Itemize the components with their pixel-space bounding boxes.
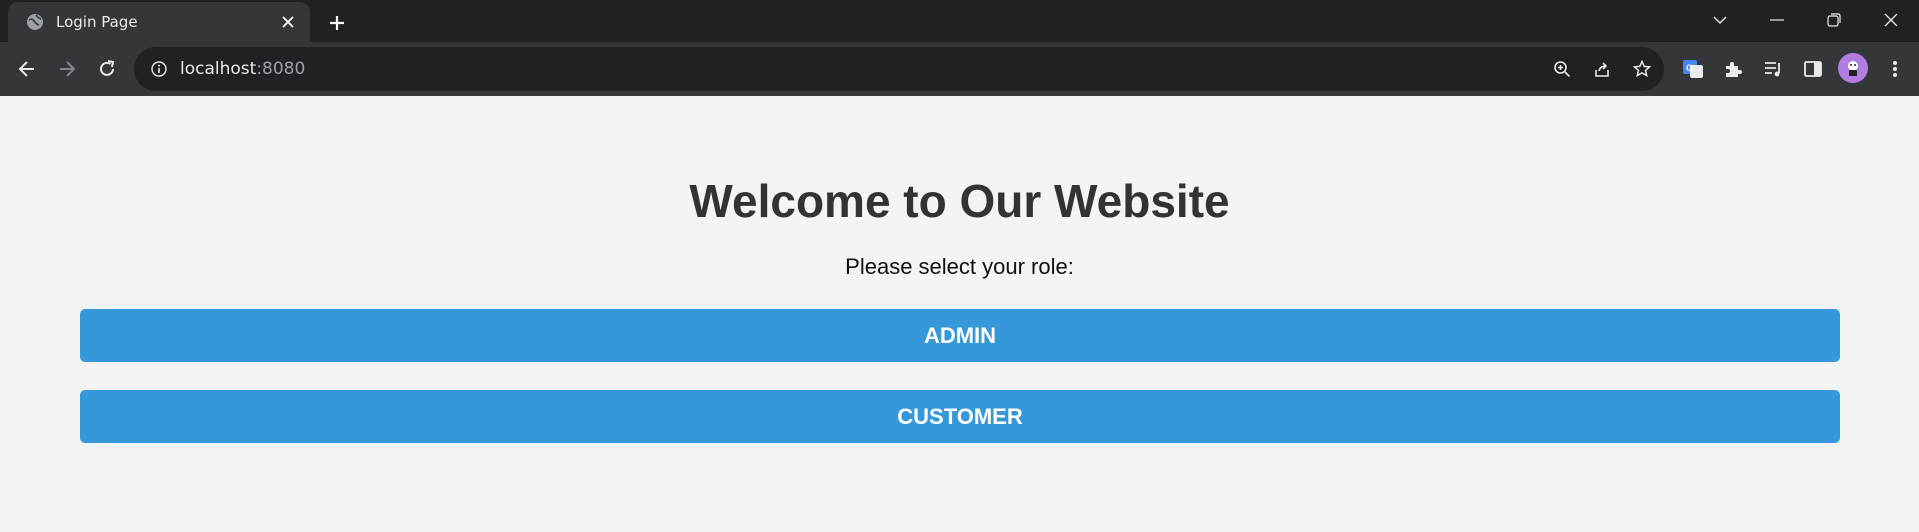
translate-icon[interactable]: G [1678, 54, 1708, 84]
globe-icon [26, 13, 44, 31]
admin-button[interactable]: ADMIN [80, 309, 1840, 362]
chevron-down-icon[interactable] [1692, 0, 1748, 40]
close-icon[interactable] [276, 10, 300, 34]
forward-icon[interactable] [52, 54, 82, 84]
kebab-menu-icon[interactable] [1880, 54, 1910, 84]
minimize-icon[interactable] [1749, 0, 1805, 40]
address-bar[interactable]: localhost:8080 [134, 47, 1664, 91]
customer-button[interactable]: CUSTOMER [80, 390, 1840, 443]
back-icon[interactable] [12, 54, 42, 84]
info-icon[interactable] [150, 60, 168, 78]
role-prompt: Please select your role: [845, 254, 1074, 279]
restore-icon[interactable] [1806, 0, 1862, 40]
svg-text:G: G [1686, 63, 1693, 73]
browser-titlebar: Login Page [0, 0, 1919, 42]
profile-avatar[interactable] [1838, 53, 1868, 83]
url-port: :8080 [256, 59, 306, 79]
page-title: Welcome to Our Website [689, 175, 1230, 227]
star-icon[interactable] [1630, 57, 1654, 81]
page-content: Welcome to Our Website Please select you… [0, 96, 1919, 532]
extensions-icon[interactable] [1718, 54, 1748, 84]
reading-list-icon[interactable] [1758, 54, 1788, 84]
plus-icon[interactable] [322, 8, 352, 38]
url-host: localhost [180, 59, 257, 79]
share-icon[interactable] [1590, 57, 1614, 81]
side-panel-icon[interactable] [1798, 54, 1828, 84]
reload-icon[interactable] [92, 54, 122, 84]
tab-title: Login Page [56, 13, 138, 31]
window-close-icon[interactable] [1863, 0, 1919, 40]
browser-tab[interactable]: Login Page [8, 2, 310, 42]
browser-toolbar: localhost:8080 G [0, 42, 1919, 96]
zoom-icon[interactable] [1550, 57, 1574, 81]
